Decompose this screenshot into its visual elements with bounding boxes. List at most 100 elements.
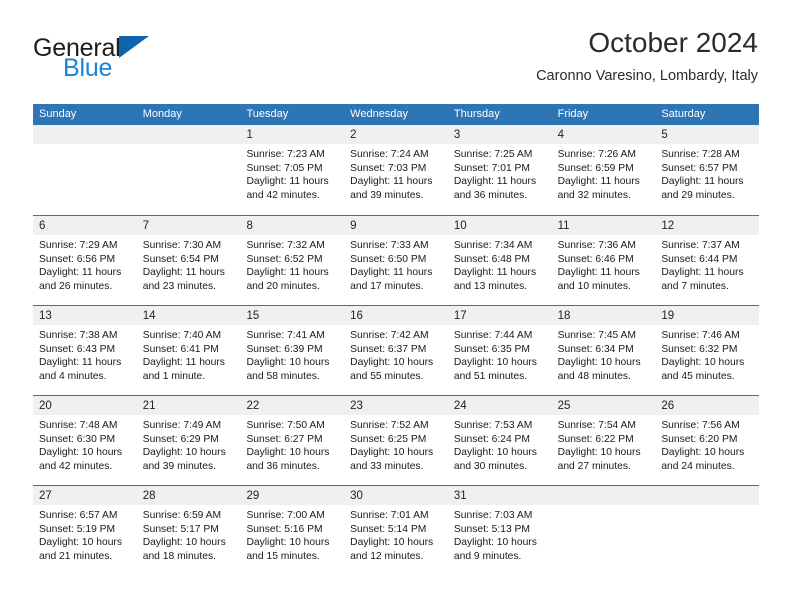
sunset-time: Sunset: 5:17 PM: [142, 523, 219, 535]
day-details: Sunrise: 6:59 AM Sunset: 5:17 PM Daylight:…: [137, 505, 241, 563]
day-cell-25[interactable]: 25 Sunrise: 7:54 AM Sunset: 6:22 PM Dayligh…: [551, 396, 656, 485]
sunrise-time: Sunrise: 7:36 AM: [557, 240, 637, 251]
sunrise-time: Sunrise: 7:46 AM: [661, 330, 740, 341]
day-cell-30[interactable]: 30 Sunrise: 7:01 AM Sunset: 5:14 PM Dayligh…: [344, 486, 448, 575]
sunset-time: Sunset: 5:19 PM: [39, 523, 116, 535]
day-details: Sunrise: 7:50 AM Sunset: 6:27 PM Daylight:…: [240, 415, 344, 473]
day-cell-17[interactable]: 17 Sunrise: 7:44 AM Sunset: 6:35 PM Dayligh…: [447, 306, 552, 395]
day-details: Sunrise: 7:45 AM Sunset: 6:34 PM Daylight:…: [552, 325, 656, 383]
day-cell-2[interactable]: 2 Sunrise: 7:24 AM Sunset: 7:03 PM Daylight…: [344, 125, 448, 215]
daylight-duration-line1: Daylight: 11 hours: [661, 176, 744, 188]
day-cell-empty: [136, 125, 241, 215]
sunset-time: Sunset: 5:14 PM: [350, 523, 427, 535]
day-cell-13[interactable]: 13 Sunrise: 7:38 AM Sunset: 6:43 PM Dayligh…: [33, 306, 137, 395]
day-cell-21[interactable]: 21 Sunrise: 7:49 AM Sunset: 6:29 PM Dayligh…: [136, 396, 241, 485]
day-number: 11: [557, 220, 570, 232]
day-cell-12[interactable]: 12 Sunrise: 7:37 AM Sunset: 6:44 PM Dayligh…: [655, 216, 760, 305]
day-details: Sunrise: 7:36 AM Sunset: 6:46 PM Daylight:…: [552, 235, 656, 293]
day-details: Sunrise: 7:52 AM Sunset: 6:25 PM Daylight:…: [344, 415, 448, 473]
day-cell-23[interactable]: 23 Sunrise: 7:52 AM Sunset: 6:25 PM Dayligh…: [344, 396, 448, 485]
sunrise-time: Sunrise: 7:28 AM: [661, 149, 740, 160]
daylight-duration-line1: Daylight: 11 hours: [246, 176, 329, 188]
sunset-time: Sunset: 6:22 PM: [557, 433, 634, 445]
sunset-time: Sunset: 6:24 PM: [453, 433, 531, 445]
day-cell-8[interactable]: 8 Sunrise: 7:32 AM Sunset: 6:52 PM Daylight…: [240, 216, 345, 305]
day-number: 4: [557, 129, 564, 141]
sunrise-time: Sunrise: 6:59 AM: [142, 510, 222, 521]
sunrise-time: Sunrise: 7:42 AM: [350, 330, 429, 341]
day-number-band: 8: [240, 216, 345, 235]
logo-text-blue: Blue: [63, 54, 113, 82]
sunrise-time: Sunrise: 7:50 AM: [246, 420, 325, 431]
day-cell-3[interactable]: 3 Sunrise: 7:25 AM Sunset: 7:01 PM Daylight…: [447, 125, 552, 215]
day-number-band: 24: [447, 396, 552, 415]
day-cell-5[interactable]: 5 Sunrise: 7:28 AM Sunset: 6:57 PM Daylight…: [655, 125, 760, 215]
day-number-band: 22: [240, 396, 345, 415]
sunset-time: Sunset: 6:48 PM: [453, 253, 531, 265]
day-cell-27[interactable]: 27 Sunrise: 6:57 AM Sunset: 5:19 PM Dayligh…: [33, 486, 137, 575]
daylight-duration-line2: and 9 minutes.: [453, 550, 522, 562]
day-number-band: 23: [344, 396, 448, 415]
day-number: 20: [39, 400, 52, 412]
day-details: Sunrise: 7:24 AM Sunset: 7:03 PM Daylight:…: [344, 144, 448, 202]
daylight-duration-line1: Daylight: 11 hours: [557, 176, 640, 188]
day-cell-19[interactable]: 19 Sunrise: 7:46 AM Sunset: 6:32 PM Dayligh…: [655, 306, 760, 395]
day-cell-1[interactable]: 1 Sunrise: 7:23 AM Sunset: 7:05 PM Daylight…: [240, 125, 345, 215]
day-cell-22[interactable]: 22 Sunrise: 7:50 AM Sunset: 6:27 PM Dayligh…: [240, 396, 345, 485]
calendar-grid: Sunday Monday Tuesday Wednesday Thursday Frid…: [33, 104, 760, 575]
day-number: 27: [39, 490, 52, 502]
day-number: 10: [453, 220, 467, 232]
sunset-time: Sunset: 6:54 PM: [142, 253, 219, 265]
daylight-duration-line2: and 36 minutes.: [246, 460, 320, 472]
day-details: Sunrise: 7:44 AM Sunset: 6:35 PM Daylight:…: [448, 325, 552, 383]
sunset-time: Sunset: 6:32 PM: [661, 343, 738, 355]
day-cell-6[interactable]: 6 Sunrise: 7:29 AM Sunset: 6:56 PM Daylight…: [33, 216, 137, 305]
calendar-week-row: 6 Sunrise: 7:29 AM Sunset: 6:56 PM Daylight…: [33, 215, 760, 305]
day-number-band: 14: [136, 306, 241, 325]
day-cell-14[interactable]: 14 Sunrise: 7:40 AM Sunset: 6:41 PM Dayligh…: [136, 306, 241, 395]
day-number-band: 25: [551, 396, 656, 415]
day-cell-10[interactable]: 10 Sunrise: 7:34 AM Sunset: 6:48 PM Dayligh…: [447, 216, 552, 305]
day-cell-4[interactable]: 4 Sunrise: 7:26 AM Sunset: 6:59 PM Daylight…: [551, 125, 656, 215]
day-number: 7: [142, 220, 150, 232]
sunrise-time: Sunrise: 7:45 AM: [557, 330, 637, 341]
daylight-duration-line2: and 51 minutes.: [453, 370, 528, 382]
day-cell-26[interactable]: 26 Sunrise: 7:56 AM Sunset: 6:20 PM Dayligh…: [655, 396, 760, 485]
daylight-duration-line2: and 42 minutes.: [39, 460, 113, 472]
daylight-duration-line1: Daylight: 10 hours: [39, 447, 122, 459]
day-cell-11[interactable]: 11 Sunrise: 7:36 AM Sunset: 6:46 PM Dayligh…: [551, 216, 656, 305]
day-cell-29[interactable]: 29 Sunrise: 7:00 AM Sunset: 5:16 PM Dayligh…: [240, 486, 345, 575]
day-number-band: [551, 486, 656, 505]
day-details: Sunrise: 7:53 AM Sunset: 6:24 PM Daylight:…: [448, 415, 552, 473]
day-cell-24[interactable]: 24 Sunrise: 7:53 AM Sunset: 6:24 PM Dayligh…: [447, 396, 552, 485]
day-cell-15[interactable]: 15 Sunrise: 7:41 AM Sunset: 6:39 PM Dayligh…: [240, 306, 345, 395]
day-number-band: 7: [136, 216, 241, 235]
day-cell-empty: [655, 486, 760, 575]
day-cell-16[interactable]: 16 Sunrise: 7:42 AM Sunset: 6:37 PM Dayligh…: [344, 306, 448, 395]
day-cell-31[interactable]: 31 Sunrise: 7:03 AM Sunset: 5:13 PM Dayligh…: [447, 486, 552, 575]
daylight-duration-line1: Daylight: 11 hours: [350, 267, 433, 279]
sunset-time: Sunset: 6:43 PM: [39, 343, 116, 355]
daylight-duration-line1: Daylight: 10 hours: [661, 447, 745, 459]
sunset-time: Sunset: 6:20 PM: [661, 433, 738, 445]
day-number-band: 18: [551, 306, 656, 325]
day-number: 5: [661, 129, 668, 141]
day-number: 25: [557, 400, 571, 412]
day-cell-18[interactable]: 18 Sunrise: 7:45 AM Sunset: 6:34 PM Dayligh…: [551, 306, 656, 395]
day-number-band: 27: [33, 486, 137, 505]
day-details: Sunrise: 7:30 AM Sunset: 6:54 PM Daylight:…: [137, 235, 241, 293]
day-number: 29: [246, 490, 260, 502]
day-cell-7[interactable]: 7 Sunrise: 7:30 AM Sunset: 6:54 PM Daylight…: [136, 216, 241, 305]
day-number: 2: [350, 129, 357, 141]
day-details: Sunrise: 7:03 AM Sunset: 5:13 PM Daylight:…: [448, 505, 552, 563]
day-cell-9[interactable]: 9 Sunrise: 7:33 AM Sunset: 6:50 PM Daylight…: [344, 216, 448, 305]
day-cell-20[interactable]: 20 Sunrise: 7:48 AM Sunset: 6:30 PM Dayligh…: [33, 396, 137, 485]
daylight-duration-line1: Daylight: 10 hours: [453, 537, 537, 549]
daylight-duration-line1: Daylight: 11 hours: [557, 267, 640, 279]
daylight-duration-line1: Daylight: 10 hours: [350, 357, 434, 369]
day-cell-28[interactable]: 28 Sunrise: 6:59 AM Sunset: 5:17 PM Dayligh…: [136, 486, 241, 575]
day-number: 23: [350, 400, 363, 412]
daylight-duration-line2: and 24 minutes.: [661, 460, 735, 472]
sunrise-time: Sunrise: 7:34 AM: [453, 240, 533, 251]
sunset-time: Sunset: 7:03 PM: [350, 162, 427, 174]
